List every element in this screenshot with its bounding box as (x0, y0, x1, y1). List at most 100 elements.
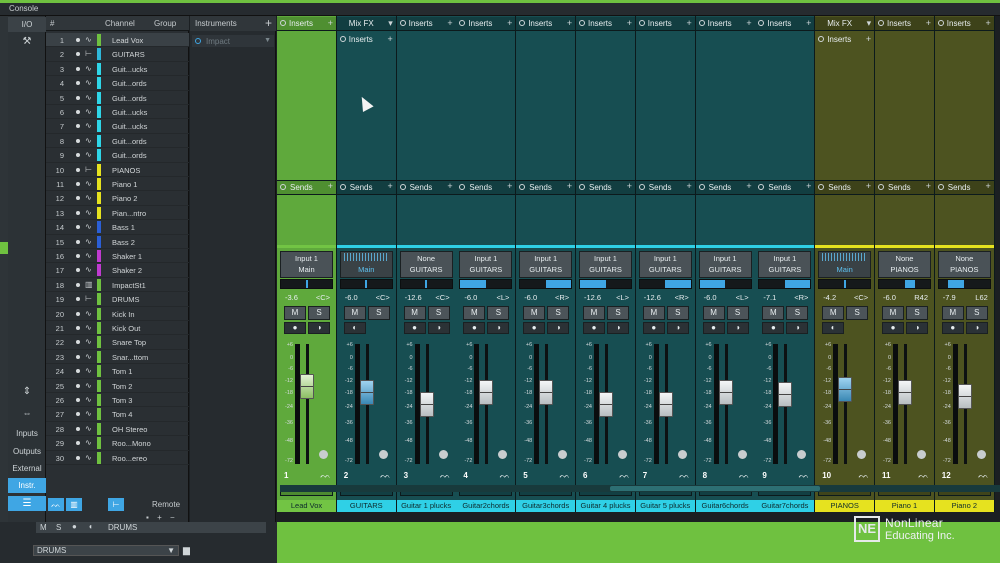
visibility-dot-icon[interactable] (76, 412, 80, 417)
record-arm-icon[interactable]: ● (642, 322, 665, 334)
io-selector[interactable]: None GUITARS (399, 251, 453, 278)
waveform-icon[interactable]: ᨓ (48, 498, 64, 511)
wrench-icon[interactable]: ⚒ (8, 34, 46, 49)
mute-button[interactable]: M (523, 306, 546, 320)
channel-row[interactable]: 17 ∿ Shaker 2 (46, 263, 189, 278)
io-selector[interactable]: None PIANOS (878, 251, 931, 278)
add-insert-icon[interactable]: + (507, 18, 512, 28)
power-icon[interactable] (339, 184, 346, 190)
channel-row[interactable]: 21 ∿ Kick Out (46, 321, 189, 336)
record-arm-icon[interactable]: ● (762, 322, 785, 334)
add-send-icon[interactable]: + (866, 181, 871, 191)
add-insert-icon[interactable]: + (567, 18, 572, 28)
visibility-dot-icon[interactable] (76, 254, 80, 258)
add-insert-icon[interactable]: + (866, 34, 871, 44)
fader-cap[interactable] (838, 377, 853, 403)
strip-header[interactable]: Inserts + (635, 17, 695, 31)
list-view-icon[interactable]: ☰ (8, 496, 46, 511)
track-select[interactable]: DRUMS ▼ (33, 545, 179, 556)
waveform-icon[interactable]: ᨓ (679, 470, 690, 481)
add-send-icon[interactable]: + (926, 181, 931, 191)
power-icon[interactable] (579, 20, 585, 26)
add-insert-icon[interactable]: + (986, 18, 991, 28)
add-send-icon[interactable]: + (746, 181, 751, 191)
lock-icon[interactable]: ▪ (146, 513, 149, 522)
waveform-icon[interactable]: ᨓ (380, 470, 391, 481)
solo-button[interactable]: S (786, 306, 809, 320)
power-icon[interactable] (339, 36, 346, 42)
record-arm-icon[interactable]: ● (463, 322, 486, 334)
monitor-icon[interactable]: ◑ (906, 322, 928, 334)
inputs-button[interactable]: Inputs (8, 426, 46, 441)
io-selector[interactable]: Input 1 GUITARS (638, 251, 692, 278)
channel-row[interactable]: 19 ⊢ DRUMS (46, 292, 189, 307)
channel-row[interactable]: 16 ∿ Shaker 1 (46, 249, 189, 264)
power-icon[interactable] (818, 36, 825, 42)
phase-knob-icon[interactable] (797, 450, 807, 459)
fader-cap[interactable] (658, 391, 673, 417)
strip-header[interactable]: Inserts + (576, 17, 635, 31)
phase-knob-icon[interactable] (438, 450, 448, 459)
monitor-icon[interactable]: ◖ (88, 522, 93, 531)
volume-fader[interactable]: +6 0 -6 -12 -18 -24 -36 -48 -72 (755, 338, 814, 468)
visibility-dot-icon[interactable] (76, 196, 80, 201)
strip-name-label[interactable]: PIANOS (815, 500, 875, 512)
volume-fader[interactable]: +6 0 -6 -12 -18 -24 -36 -48 -72 (935, 338, 994, 468)
pan-slider[interactable] (339, 279, 393, 289)
channel-row[interactable]: 29 ∿ Roo...Mono (46, 436, 189, 451)
phase-knob-icon[interactable] (677, 450, 687, 459)
solo-button[interactable]: S (487, 306, 510, 320)
sends-row[interactable]: Sends + (815, 180, 875, 195)
sends-row[interactable]: Sends + (695, 180, 755, 195)
mute-small[interactable]: M (40, 523, 47, 532)
phase-knob-icon[interactable] (378, 450, 388, 459)
strip-name-label[interactable]: Guitar 4 plucks (576, 500, 635, 512)
monitor-icon[interactable]: ◑ (965, 322, 988, 334)
pan-slider[interactable] (638, 279, 692, 289)
record-arm-icon[interactable]: ◐ (343, 322, 366, 334)
add-insert-icon[interactable]: + (806, 18, 811, 28)
io-selector[interactable]: Input 1 GUITARS (579, 251, 632, 278)
strip-header[interactable]: Mix FX ▾ (336, 17, 396, 31)
mute-button[interactable]: M (702, 306, 725, 320)
add-insert-icon[interactable]: + (328, 18, 333, 28)
sends-row[interactable]: Sends + (396, 180, 456, 195)
channel-row[interactable]: 7 ∿ Guit...ucks (46, 119, 189, 134)
channel-row[interactable]: 22 ∿ Snare Top (46, 335, 189, 350)
add-insert-icon[interactable]: + (388, 34, 393, 44)
add-instrument-icon[interactable]: + (265, 16, 272, 30)
solo-button[interactable]: S (846, 306, 869, 320)
sends-row[interactable]: Sends + (934, 180, 994, 195)
strip-name-label[interactable]: Piano 1 (875, 500, 934, 512)
strip-name-label[interactable]: Guitar7chords (755, 500, 815, 512)
add-icon[interactable]: + (157, 513, 162, 522)
visibility-dot-icon[interactable] (76, 383, 80, 388)
channel-row[interactable]: 8 ∿ Guit...ords (46, 134, 189, 149)
visibility-dot-icon[interactable] (76, 124, 80, 129)
strip-header[interactable]: Inserts + (934, 17, 994, 31)
volume-fader[interactable]: +6 0 -6 -12 -18 -24 -36 -48 -72 (696, 338, 755, 468)
volume-fader[interactable]: +6 0 -6 -12 -18 -24 -36 -48 -72 (516, 338, 575, 468)
fader-cap[interactable] (898, 380, 912, 406)
add-insert-icon[interactable]: + (687, 18, 692, 28)
volume-fader[interactable]: +6 0 -6 -12 -18 -24 -36 -48 -72 (576, 338, 635, 468)
keyboard-icon[interactable]: ▥ (66, 498, 82, 511)
add-insert-icon[interactable]: + (926, 18, 931, 28)
external-button[interactable]: External (8, 461, 46, 476)
fader-cap[interactable] (419, 391, 434, 417)
record-arm-icon[interactable]: ● (941, 322, 964, 334)
phase-knob-icon[interactable] (558, 450, 568, 459)
monitor-icon[interactable]: ◑ (427, 322, 450, 334)
channel-row[interactable]: 24 ∿ Tom 1 (46, 364, 189, 379)
visibility-dot-icon[interactable] (76, 81, 80, 86)
add-send-icon[interactable]: + (806, 181, 811, 191)
strip-name-label[interactable]: GUITARS (336, 500, 396, 512)
io-selector[interactable]: Input 1 GUITARS (698, 251, 752, 278)
channel-row[interactable]: 11 ∿ Piano 1 (46, 177, 189, 192)
strip-header[interactable]: Inserts + (516, 17, 576, 31)
channel-row[interactable]: 4 ∿ Guit...ords (46, 76, 189, 91)
visibility-dot-icon[interactable] (76, 369, 80, 374)
solo-button[interactable]: S (607, 306, 629, 320)
volume-fader[interactable]: +6 0 -6 -12 -18 -24 -36 -48 -72 (337, 338, 396, 468)
strip-header[interactable]: Inserts + (277, 17, 336, 31)
